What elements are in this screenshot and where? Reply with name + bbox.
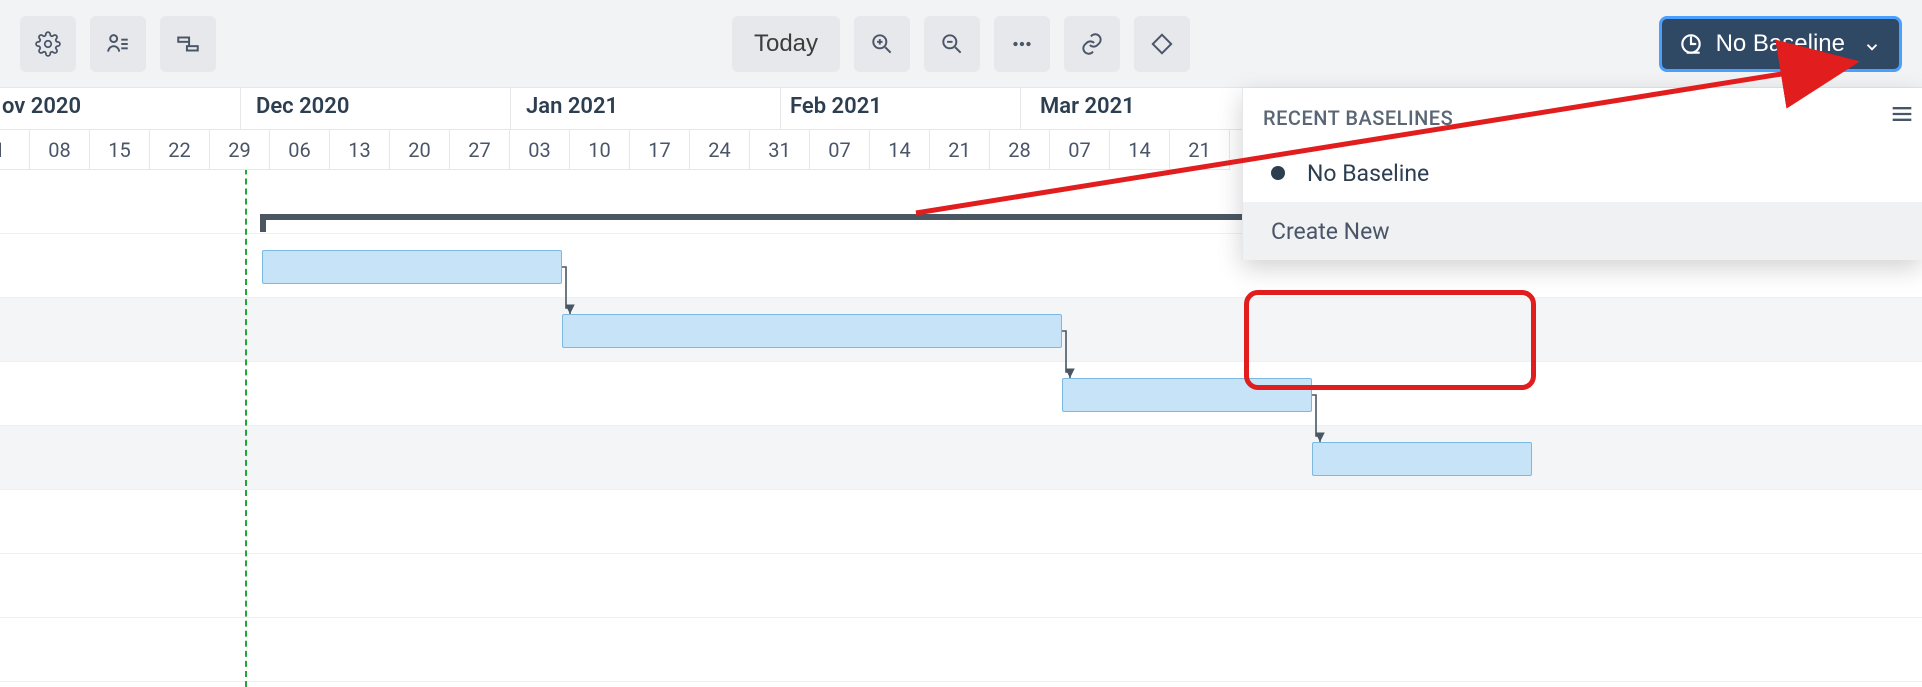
dropdown-item-create-new[interactable]: Create New xyxy=(1243,202,1922,260)
link-button[interactable] xyxy=(1064,16,1120,72)
day-cell: 06 xyxy=(270,130,330,170)
day-cell: 14 xyxy=(1110,130,1170,170)
zoom-in-icon xyxy=(869,31,895,57)
day-cell: 13 xyxy=(330,130,390,170)
day-cell: 08 xyxy=(30,130,90,170)
day-cell: 29 xyxy=(210,130,270,170)
gantt-row xyxy=(0,554,1922,618)
month-label: Feb 2021 xyxy=(790,94,882,119)
gantt-row xyxy=(0,362,1922,426)
day-cell: 31 xyxy=(750,130,810,170)
chevron-down-icon xyxy=(1863,35,1881,53)
person-list-icon xyxy=(105,31,131,57)
zoom-in-button[interactable] xyxy=(854,16,910,72)
baseline-dropdown-button[interactable]: No Baseline xyxy=(1659,16,1902,72)
month-label: Mar 2021 xyxy=(1040,94,1135,119)
day-cell: 15 xyxy=(90,130,150,170)
baseline-dropdown: RECENT BASELINES No Baseline Create New xyxy=(1242,88,1922,260)
toolbar-center-group: Today xyxy=(732,16,1190,72)
month-label: Jan 2021 xyxy=(526,94,618,119)
toolbar-right-group: No Baseline xyxy=(1659,16,1902,72)
gear-icon xyxy=(35,31,61,57)
day-cell: 17 xyxy=(630,130,690,170)
dependencies-button[interactable] xyxy=(160,16,216,72)
toolbar: Today xyxy=(0,0,1922,88)
task-bar[interactable] xyxy=(1062,378,1312,412)
baseline-icon xyxy=(1678,31,1704,57)
zoom-out-icon xyxy=(939,31,965,57)
milestone-button[interactable] xyxy=(1134,16,1190,72)
day-cell: 14 xyxy=(870,130,930,170)
gantt-row xyxy=(0,618,1922,682)
day-cell: 22 xyxy=(150,130,210,170)
gantt-bars-icon xyxy=(175,31,201,57)
more-button[interactable] xyxy=(994,16,1050,72)
settings-button[interactable] xyxy=(20,16,76,72)
task-bar[interactable] xyxy=(262,250,562,284)
gantt-row xyxy=(0,490,1922,554)
baseline-button-label: No Baseline xyxy=(1716,30,1845,58)
dropdown-section-label: RECENT BASELINES xyxy=(1243,88,1922,144)
day-cell: 1 xyxy=(0,130,30,170)
day-cell: 28 xyxy=(990,130,1050,170)
link-icon xyxy=(1079,31,1105,57)
day-cell: 07 xyxy=(810,130,870,170)
day-cell: 20 xyxy=(390,130,450,170)
resources-button[interactable] xyxy=(90,16,146,72)
day-cell: 03 xyxy=(510,130,570,170)
task-bar[interactable] xyxy=(1312,442,1532,476)
day-cell: 24 xyxy=(690,130,750,170)
day-cell: 21 xyxy=(1170,130,1230,170)
day-cell: 21 xyxy=(930,130,990,170)
zoom-out-button[interactable] xyxy=(924,16,980,72)
dropdown-item-label: No Baseline xyxy=(1307,160,1429,187)
today-label: Today xyxy=(754,30,818,58)
panel-menu-button[interactable] xyxy=(1888,100,1916,132)
more-horizontal-icon xyxy=(1009,31,1035,57)
day-cell: 07 xyxy=(1050,130,1110,170)
today-marker-line xyxy=(245,170,247,687)
dropdown-item-no-baseline[interactable]: No Baseline xyxy=(1243,144,1922,202)
month-label: ov 2020 xyxy=(2,94,81,119)
task-bar[interactable] xyxy=(562,314,1062,348)
day-cell: 10 xyxy=(570,130,630,170)
today-button[interactable]: Today xyxy=(732,16,840,72)
selected-bullet-icon xyxy=(1271,166,1285,180)
diamond-icon xyxy=(1149,31,1175,57)
toolbar-left-group xyxy=(20,16,216,72)
gantt-row xyxy=(0,426,1922,490)
dropdown-item-label: Create New xyxy=(1271,218,1390,245)
day-cell: 27 xyxy=(450,130,510,170)
month-label: Dec 2020 xyxy=(256,94,349,119)
